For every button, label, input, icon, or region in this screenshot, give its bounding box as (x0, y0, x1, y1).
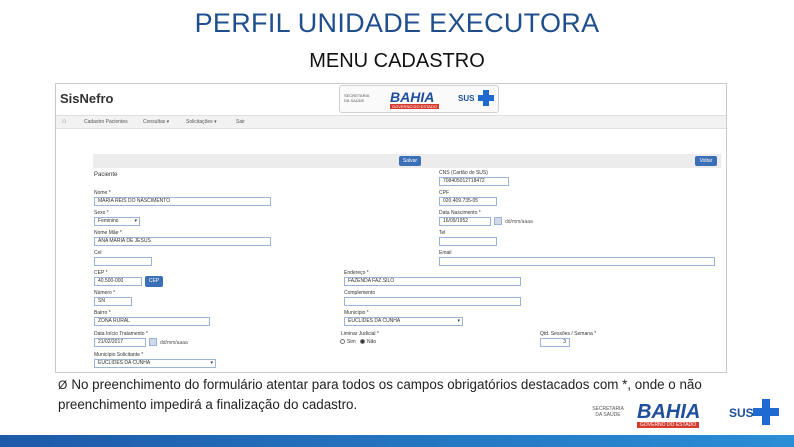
calendar-icon[interactable] (494, 217, 502, 225)
cep-label: CEP * (94, 270, 108, 276)
complemento-input[interactable] (344, 297, 521, 306)
nascimento-input[interactable]: 16/09/1952 (439, 217, 491, 226)
chevron-down-icon: ▾ (210, 360, 213, 366)
save-button[interactable]: Salvar (399, 156, 421, 166)
municipio-solicitante-select[interactable]: EUCLIDES DA CUNHA ▾ (94, 359, 216, 368)
mae-label: Nome Mãe * (94, 230, 122, 236)
gov-logo-banner: SECRETARIA DA SAÚDE BAHIA GOVERNO DO EST… (339, 85, 499, 113)
mae-input[interactable]: ANA MARIA DE JESUS (94, 237, 271, 246)
sessoes-label: Qtd. Sessões / Semana * (540, 331, 597, 337)
liminar-sim-radio[interactable] (340, 339, 345, 344)
bairro-input[interactable]: ZONA RURAL (94, 317, 210, 326)
endereco-label: Endereço * (344, 270, 369, 276)
cpf-label: CPF (439, 190, 449, 196)
home-icon[interactable]: ⌂ (62, 118, 66, 125)
liminar-nao-radio[interactable] (360, 339, 365, 344)
nome-input[interactable]: MARIA REIS DO NASCIMENTO (94, 197, 271, 206)
liminar-sim-label: Sim (347, 339, 356, 345)
nascimento-label: Data Nascimento * (439, 210, 481, 216)
nome-label: Nome * (94, 190, 111, 196)
cpf-input[interactable]: 020.409.735-05 (439, 197, 497, 206)
secretaria-label: SECRETARIA DA SAÚDE (344, 93, 370, 103)
date-format-hint: dd/mm/aaaa (505, 219, 533, 225)
sus-label: SUS (729, 406, 754, 420)
bahia-logo-text: BAHIA (390, 89, 435, 105)
governo-label: GOVERNO DO ESTADO (390, 104, 439, 109)
chevron-down-icon: ▾ (457, 318, 460, 324)
secretaria-label: SECRETARIA DA SAÚDE (592, 406, 624, 418)
liminar-label: Liminar Judicial * (341, 331, 379, 337)
slide-subtitle: MENU CADASTRO (309, 50, 485, 72)
chevron-down-icon: ▾ (134, 218, 137, 224)
nav-sair[interactable]: Sair (236, 119, 245, 125)
municipio-solicitante-value: EUCLIDES DA CUNHA (98, 360, 151, 366)
app-nav-bar: ⌂ Cadastro Pacientes Consultas ▾ Solicit… (56, 115, 726, 129)
endereco-input[interactable]: FAZENDA FAZ.SILO (344, 277, 521, 286)
cel-input[interactable] (94, 257, 152, 266)
cep-input[interactable]: 40.500-000 (94, 277, 142, 286)
cns-label: CNS (Cartão do SUS) (439, 170, 488, 176)
cns-input[interactable]: 708405012718472 (439, 177, 509, 186)
email-label: Email (439, 250, 452, 256)
back-button[interactable]: Voltar (695, 156, 717, 166)
sus-label: SUS (458, 94, 475, 103)
sus-cross-icon (753, 399, 779, 425)
patient-form: Salvar Voltar Paciente CNS (Cartão do SU… (93, 136, 721, 372)
app-logo: SisNefro (60, 91, 114, 106)
municipio-solicitante-label: Município Solicitante * (94, 352, 144, 358)
sus-cross-icon (478, 90, 494, 106)
municipio-label: Município * (344, 310, 369, 316)
municipio-value: EUCLIDES DA CUNHA (348, 318, 401, 324)
cep-search-button[interactable]: CEP (145, 276, 163, 287)
tratamento-label: Data Início Tratamento * (94, 331, 148, 337)
email-input[interactable] (439, 257, 715, 266)
slide-title: PERFIL UNIDADE EXECUTORA (194, 8, 600, 38)
complemento-label: Complemento (344, 290, 376, 296)
nav-cadastro-pacientes[interactable]: Cadastro Pacientes (84, 119, 128, 125)
tel-input[interactable] (439, 237, 497, 246)
bottom-color-bar (0, 435, 794, 447)
sexo-value: Feminino (98, 218, 119, 224)
form-toolbar: Salvar Voltar (93, 154, 721, 168)
tratamento-input[interactable]: 21/02/2017 (94, 338, 146, 347)
municipio-select[interactable]: EUCLIDES DA CUNHA ▾ (344, 317, 463, 326)
numero-input[interactable]: SN (94, 297, 132, 306)
calendar-icon[interactable] (149, 338, 157, 346)
arrow-bullet-icon: Ø (58, 378, 68, 392)
bahia-logo-text: BAHIA (637, 401, 701, 423)
numero-label: Número * (94, 290, 116, 296)
nav-solicitacoes[interactable]: Solicitações ▾ (186, 119, 217, 125)
sexo-label: Sexo * (94, 210, 109, 216)
liminar-nao-label: Não (367, 339, 377, 345)
bairro-label: Bairro * (94, 310, 111, 316)
date-format-hint: dd/mm/aaaa (160, 340, 188, 346)
sexo-select[interactable]: Feminino ▾ (94, 217, 140, 226)
section-paciente-label: Paciente (94, 172, 118, 178)
governo-label: GOVERNO DO ESTADO (637, 422, 700, 428)
tel-label: Tel (439, 230, 446, 236)
footer-gov-logos: SECRETARIA DA SAÚDE BAHIA GOVERNO DO EST… (589, 398, 779, 430)
app-header: SisNefro SECRETARIA DA SAÚDE BAHIA GOVER… (56, 84, 726, 114)
nav-consultas[interactable]: Consultas ▾ (143, 119, 169, 125)
app-screenshot: SisNefro SECRETARIA DA SAÚDE BAHIA GOVER… (55, 83, 727, 373)
sessoes-input[interactable]: 3 (540, 338, 570, 347)
cel-label: Cel (94, 250, 102, 256)
